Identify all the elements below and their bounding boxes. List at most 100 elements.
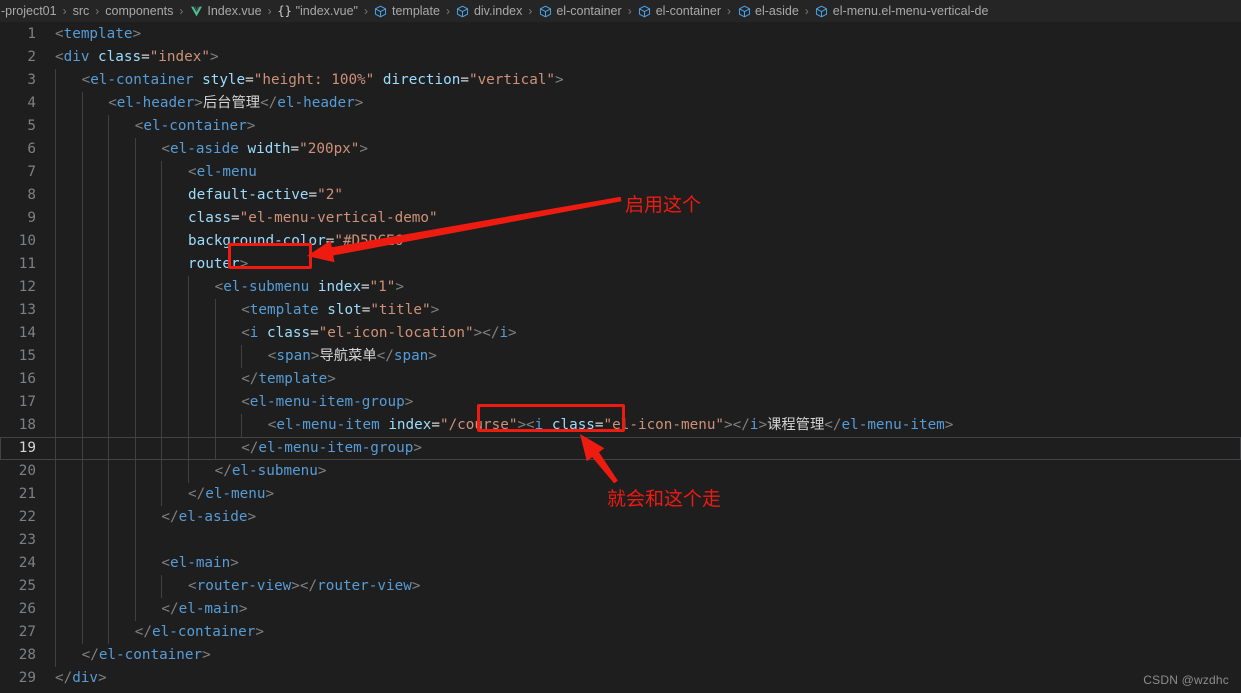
breadcrumb-item-template[interactable]: template [373, 4, 441, 18]
code-line[interactable]: 23 [0, 529, 1241, 552]
token-eq: = [141, 49, 150, 65]
code-line[interactable]: 10 background-color="#D5DCE6" [0, 230, 1241, 253]
token-tag: template [249, 302, 319, 318]
code-line[interactable]: 13 <template slot="title"> [0, 299, 1241, 322]
token-pun: > [428, 348, 437, 364]
code-line[interactable]: 29 </div> [0, 667, 1241, 690]
code-line[interactable]: 6 <el-aside width="200px"> [0, 138, 1241, 161]
code-line[interactable]: 14 <i class="el-icon-location"></i> [0, 322, 1241, 345]
token-eq: = [360, 279, 370, 295]
token-pun: < [55, 49, 64, 65]
line-number: 26 [18, 601, 36, 617]
token-tag: el-aside [170, 141, 239, 157]
breadcrumb-separator: › [95, 4, 100, 18]
breadcrumb-item-el-aside[interactable]: el-aside [736, 4, 800, 18]
line-number: 18 [18, 417, 36, 433]
breadcrumb-item-label: "index.vue" [295, 4, 358, 18]
code-line[interactable]: 1 <template> [0, 23, 1241, 46]
breadcrumb-item-index-vue[interactable]: {} "index.vue" [277, 4, 359, 18]
code-text: <el-submenu index="1"> [215, 276, 404, 299]
code-line[interactable]: 3 <el-container style="height: 100%" dire… [0, 69, 1241, 92]
token-tag: el-main [178, 601, 239, 617]
line-number: 20 [18, 463, 36, 479]
token-pun: </ [376, 348, 394, 364]
code-line[interactable]: 27 </el-container> [0, 621, 1241, 644]
code-text: <template slot="title"> [241, 299, 439, 322]
token-tag: template [258, 371, 328, 387]
code-line[interactable]: 24 <el-main> [0, 552, 1241, 575]
breadcrumb-item-el-container[interactable]: el-container [637, 4, 722, 18]
breadcrumb-item-label: el-menu.el-menu-vertical-de [832, 4, 989, 18]
code-line[interactable]: 15 <span>导航菜单</span> [0, 345, 1241, 368]
symbol-cube-icon [737, 4, 751, 18]
token-str: "el-icon-location" [318, 325, 474, 341]
breadcrumb-separator: › [627, 4, 632, 18]
token-pun: < [188, 578, 197, 594]
breadcrumb-item-div-index[interactable]: div.index [455, 4, 523, 18]
token-tag: el-menu [205, 486, 266, 502]
token-eq: = [231, 210, 240, 226]
token-pun: > [317, 463, 327, 479]
token-pun: < [241, 325, 250, 341]
token-tag: el-menu-item [276, 417, 380, 433]
token-tag: el-menu [196, 164, 257, 180]
code-line[interactable]: 12 <el-submenu index="1"> [0, 276, 1241, 299]
token-tag: el-container [98, 647, 203, 663]
code-line[interactable]: 20 </el-submenu> [0, 460, 1241, 483]
breadcrumb-item-components[interactable]: components [104, 4, 174, 18]
breadcrumb-item-label: el-container [556, 4, 622, 18]
token-attr: index [317, 279, 361, 295]
watermark: CSDN @wzdhc [1143, 673, 1229, 687]
code-line[interactable]: 4 <el-header>后台管理</el-header> [0, 92, 1241, 115]
token-tag: el-container [143, 118, 247, 134]
token-pun: > [508, 325, 517, 341]
token-pun: > [404, 394, 414, 410]
code-line[interactable]: 25 <router-view></router-view> [0, 575, 1241, 598]
code-text: <el-main> [161, 552, 238, 575]
token-tag: router-view [196, 578, 292, 594]
token-pun: > [395, 279, 404, 295]
code-line[interactable]: 11 router> [0, 253, 1241, 276]
code-line[interactable]: 16 </template> [0, 368, 1241, 391]
token-pun: < [214, 279, 224, 295]
breadcrumb-item-src[interactable]: src [72, 4, 91, 18]
token-pun: > [413, 440, 422, 456]
code-line[interactable]: 19 </el-menu-item-group> [0, 437, 1241, 460]
token-pun: > [758, 417, 768, 433]
token-str: "height: 100%" [253, 72, 375, 88]
code-line[interactable]: 8 default-active="2" [0, 184, 1241, 207]
code-line[interactable]: 28 </el-container> [0, 644, 1241, 667]
token-pun: ></ [724, 417, 750, 433]
breadcrumb-separator: › [528, 4, 533, 18]
breadcrumb-item-label: src [72, 4, 90, 18]
token-pun: < [55, 26, 64, 42]
token-pun: > [230, 555, 239, 571]
token-attr: default-active [188, 187, 309, 203]
code-line[interactable]: 7 <el-menu [0, 161, 1241, 184]
code-editor[interactable]: 1 <template> 2 <div class="index"> 3 <el-cont… [0, 22, 1241, 693]
code-line[interactable]: 26 </el-main> [0, 598, 1241, 621]
token-pun: > [202, 647, 211, 663]
breadcrumb-item-index-vue[interactable]: Index.vue [188, 4, 262, 18]
line-number: 6 [27, 141, 36, 157]
breadcrumb-separator: › [727, 4, 732, 18]
code-text: </el-menu-item-group> [241, 437, 422, 460]
token-pun: < [188, 164, 197, 180]
token-tag: el-submenu [231, 463, 318, 479]
code-line[interactable]: 2 <div class="index"> [0, 46, 1241, 69]
breadcrumb-item-el-container[interactable]: el-container [537, 4, 622, 18]
code-line[interactable]: 5 <el-container> [0, 115, 1241, 138]
code-line[interactable]: 9 class="el-menu-vertical-demo" [0, 207, 1241, 230]
line-number: 27 [18, 624, 36, 640]
breadcrumb-item-project01[interactable]: -project01 [0, 4, 58, 18]
token-pun: </ [55, 670, 73, 686]
breadcrumb[interactable]: -project01 › src › components › Index.vue › {} "i… [0, 0, 1241, 22]
symbol-cube-icon [638, 4, 652, 18]
token-pun: > [209, 49, 219, 65]
token-tag: el-container [90, 72, 194, 88]
breadcrumb-item-el-menu-el-menu-vertical-de[interactable]: el-menu.el-menu-vertical-de [814, 4, 990, 18]
token-pun: > [238, 601, 248, 617]
token-pun: </ [824, 417, 842, 433]
